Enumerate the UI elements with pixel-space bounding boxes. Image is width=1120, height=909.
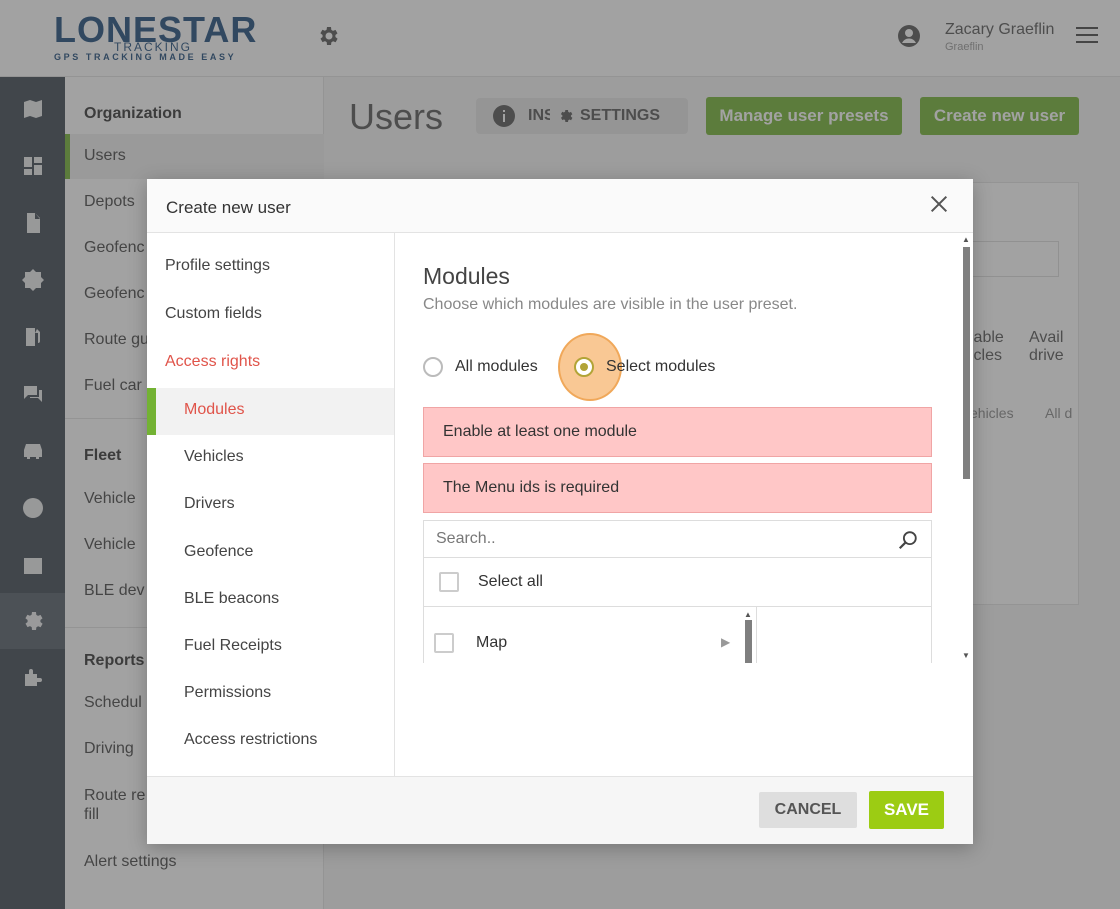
dialog-title: Create new user xyxy=(166,198,291,217)
radio-select-modules-label[interactable]: Select modules xyxy=(606,358,715,376)
save-button[interactable]: SAVE xyxy=(869,791,944,829)
dialog-header: Create new user xyxy=(147,179,973,233)
scroll-up-icon[interactable]: ▲ xyxy=(962,235,970,244)
module-label-map[interactable]: Map xyxy=(476,634,507,652)
search-icon[interactable] xyxy=(897,529,919,551)
scrollbar-thumb[interactable] xyxy=(963,247,970,479)
scroll-up-icon[interactable]: ▲ xyxy=(744,610,752,619)
nav-vehicles[interactable]: Vehicles xyxy=(184,448,244,466)
modules-list: Select all Map ▶ ▲ xyxy=(423,558,932,663)
module-checkbox-map[interactable] xyxy=(434,633,454,653)
nav-access-rights[interactable]: Access rights xyxy=(165,353,260,371)
list-column-divider xyxy=(756,607,757,663)
dialog-scrollbar[interactable]: ▲ ▼ xyxy=(961,235,971,665)
section-description: Choose which modules are visible in the … xyxy=(423,296,798,313)
error-alert: The Menu ids is required xyxy=(423,463,932,513)
nav-ble-beacons[interactable]: BLE beacons xyxy=(184,590,279,608)
module-search-input[interactable] xyxy=(424,521,884,557)
dialog-footer: CANCEL SAVE xyxy=(147,776,973,844)
radio-select-modules[interactable] xyxy=(574,357,594,377)
radio-all-modules[interactable] xyxy=(423,357,443,377)
modules-content: Modules Choose which modules are visible… xyxy=(395,233,973,663)
close-icon[interactable] xyxy=(928,193,950,215)
nav-fuel-receipts[interactable]: Fuel Receipts xyxy=(184,637,282,655)
nav-modules[interactable]: Modules xyxy=(184,401,244,419)
radio-all-modules-label[interactable]: All modules xyxy=(455,358,538,376)
section-heading: Modules xyxy=(423,263,510,289)
error-alert: Enable at least one module xyxy=(423,407,932,457)
nav-geofence[interactable]: Geofence xyxy=(184,543,253,561)
create-user-dialog: Create new user Profile settings Custom … xyxy=(147,179,973,844)
select-all-checkbox[interactable] xyxy=(439,572,459,592)
modules-list-scrollbar[interactable]: ▲ xyxy=(742,610,756,663)
nav-access-restrictions[interactable]: Access restrictions xyxy=(184,731,317,749)
nav-profile-settings[interactable]: Profile settings xyxy=(165,257,270,275)
scrollbar-thumb[interactable] xyxy=(745,620,752,663)
cancel-button[interactable]: CANCEL xyxy=(759,792,857,828)
dialog-nav: Profile settings Custom fields Access ri… xyxy=(147,233,395,776)
nav-custom-fields[interactable]: Custom fields xyxy=(165,305,262,323)
nav-permissions[interactable]: Permissions xyxy=(184,684,271,702)
chevron-right-icon[interactable]: ▶ xyxy=(721,635,730,649)
select-all-label[interactable]: Select all xyxy=(478,573,543,591)
scroll-down-icon[interactable]: ▼ xyxy=(962,651,970,660)
list-divider xyxy=(424,606,931,607)
module-search-field[interactable] xyxy=(423,520,932,558)
nav-drivers[interactable]: Drivers xyxy=(184,495,235,513)
